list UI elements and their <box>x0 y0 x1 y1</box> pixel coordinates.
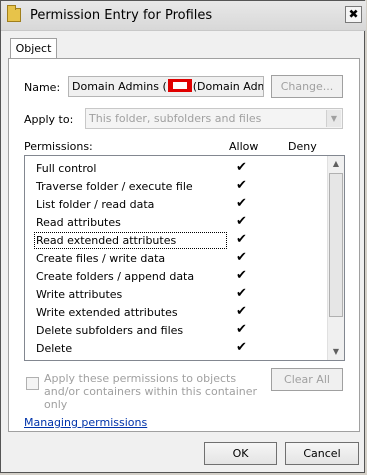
allow-check-icon[interactable]: ✔ <box>236 214 247 229</box>
permission-label: Read attributes <box>36 216 121 229</box>
apply-to-value: This folder, subfolders and files <box>89 112 262 125</box>
allow-check-icon[interactable]: ✔ <box>236 160 247 175</box>
apply-to-container-label: Apply these permissions to objects and/o… <box>44 372 258 411</box>
allow-check-icon[interactable]: ✔ <box>236 286 247 301</box>
name-field: Domain Admins ( (Domain Admins) <box>68 76 264 97</box>
permission-row[interactable]: Delete subfolders and files ✔ <box>35 322 325 340</box>
cancel-button[interactable]: Cancel <box>285 442 359 465</box>
permission-row[interactable]: Create files / write data ✔ <box>35 250 325 268</box>
permission-label: List folder / read data <box>36 198 155 211</box>
folder-icon <box>7 5 21 22</box>
permission-label: Delete subfolders and files <box>36 324 184 337</box>
scroll-down-arrow-icon[interactable]: ▼ <box>328 344 344 360</box>
clear-all-button[interactable]: Clear All <box>271 368 343 391</box>
permission-row[interactable]: Read extended attributes ✔ <box>34 232 325 250</box>
window-title: Permission Entry for Profiles <box>30 8 213 23</box>
vertical-scrollbar[interactable]: ▲ ▼ <box>327 156 344 360</box>
permission-row[interactable]: Delete ✔ <box>35 340 325 358</box>
managing-permissions-link[interactable]: Managing permissions <box>24 416 147 429</box>
permission-label: Create folders / append data <box>36 270 195 283</box>
title-bar[interactable]: Permission Entry for Profiles ✖ <box>1 1 366 31</box>
apply-to-container-checkbox[interactable] <box>26 377 39 390</box>
deny-column-header: Deny <box>288 140 317 153</box>
apply-to-combobox[interactable]: This folder, subfolders and files ▼ <box>85 108 343 129</box>
permission-row[interactable]: Write extended attributes ✔ <box>35 304 325 322</box>
allow-check-icon[interactable]: ✔ <box>236 196 247 211</box>
name-value-start: Domain Admins ( <box>72 80 167 93</box>
allow-check-icon[interactable]: ✔ <box>236 232 247 247</box>
permission-label: Delete <box>36 342 73 355</box>
ok-button[interactable]: OK <box>204 442 277 465</box>
permission-entry-dialog: Permission Entry for Profiles ✖ Object N… <box>0 0 366 473</box>
permission-label: Create files / write data <box>36 252 166 265</box>
allow-check-icon[interactable]: ✔ <box>236 322 247 337</box>
permissions-label: Permissions: <box>24 140 93 153</box>
permission-row[interactable]: Read attributes ✔ <box>35 214 325 232</box>
chevron-down-icon[interactable]: ▼ <box>326 110 341 127</box>
allow-check-icon[interactable]: ✔ <box>236 304 247 319</box>
permission-label: Read extended attributes <box>34 232 227 249</box>
allow-check-icon[interactable]: ✔ <box>236 250 247 265</box>
permission-row[interactable]: Full control ✔ <box>35 160 325 178</box>
permission-row[interactable]: Traverse folder / execute file ✔ <box>35 178 325 196</box>
tab-object[interactable]: Object <box>10 38 57 59</box>
permission-row[interactable]: Create folders / append data ✔ <box>35 268 325 286</box>
scroll-up-arrow-icon[interactable]: ▲ <box>328 156 344 172</box>
name-label-text: Name: <box>24 81 61 94</box>
permission-label: Traverse folder / execute file <box>36 180 193 193</box>
redaction-box <box>167 79 192 92</box>
change-button[interactable]: Change... <box>271 75 343 98</box>
apply-to-label: Apply to: <box>24 113 74 126</box>
allow-check-icon[interactable]: ✔ <box>236 340 247 355</box>
permission-row[interactable]: Write attributes ✔ <box>35 286 325 304</box>
name-label: Name: <box>24 81 60 94</box>
permission-label: Full control <box>36 162 97 175</box>
allow-check-icon[interactable]: ✔ <box>236 178 247 193</box>
permission-label: Write extended attributes <box>36 306 178 319</box>
permission-row[interactable]: List folder / read data ✔ <box>35 196 325 214</box>
allow-check-icon[interactable]: ✔ <box>236 268 247 283</box>
close-button[interactable]: ✖ <box>345 6 362 23</box>
name-value-end: (Domain Admins) <box>192 80 263 93</box>
allow-column-header: Allow <box>229 140 259 153</box>
permissions-list[interactable]: Full control ✔ Traverse folder / execute… <box>24 155 345 361</box>
permission-label: Write attributes <box>36 288 123 301</box>
scrollbar-thumb[interactable] <box>329 173 343 317</box>
